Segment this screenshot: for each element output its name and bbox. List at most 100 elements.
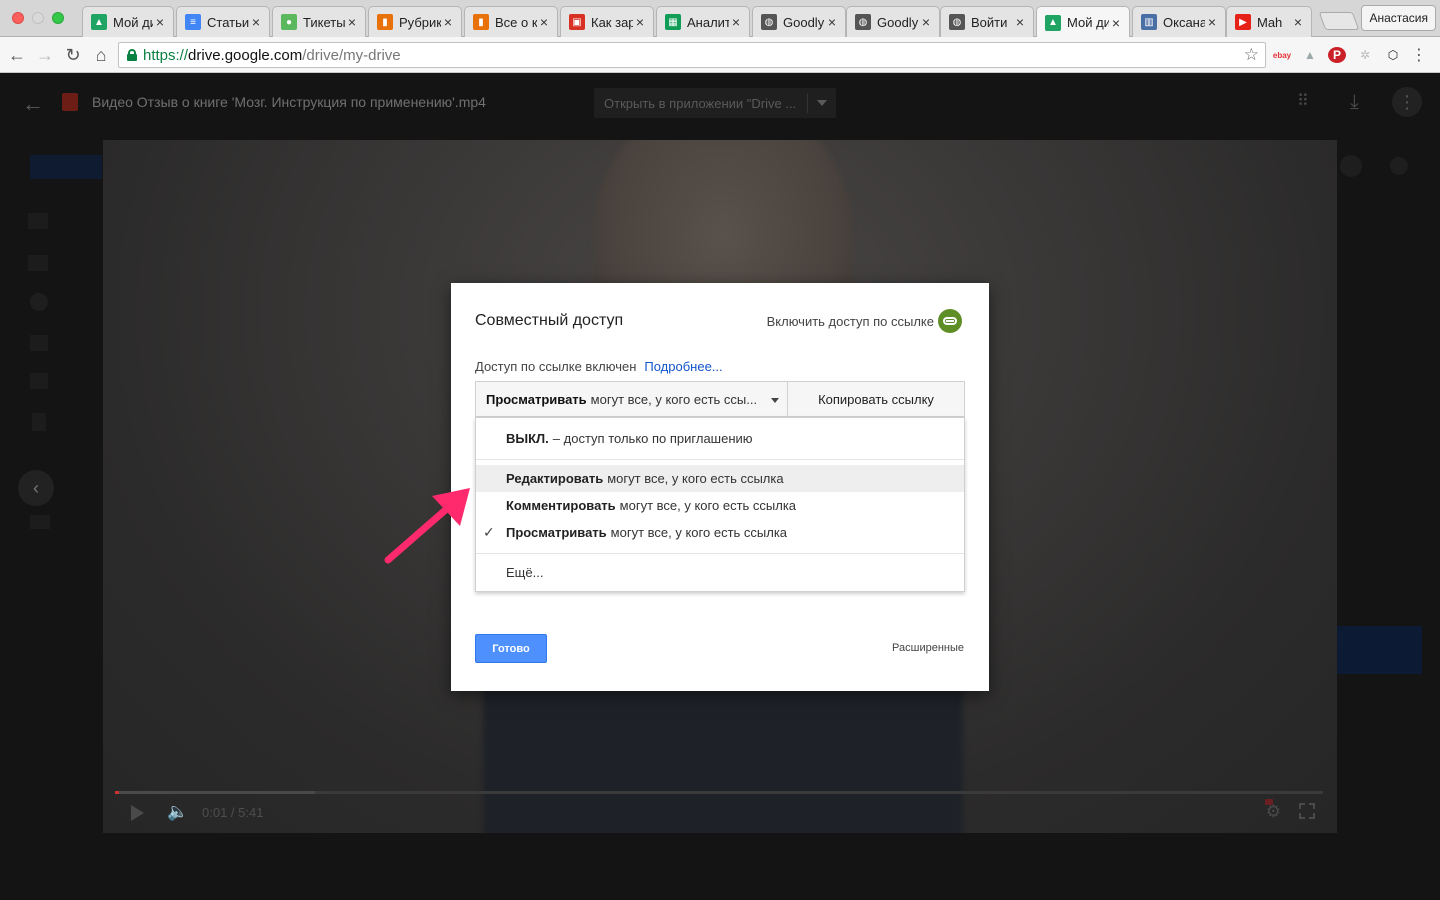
viewer-header: ← Видео Отзыв о книге 'Мозг. Инструкция … xyxy=(0,73,1440,133)
close-icon[interactable]: × xyxy=(249,14,263,30)
close-icon[interactable]: × xyxy=(825,14,839,30)
close-icon[interactable]: × xyxy=(441,14,455,30)
menu-item-text: могут все, у кого есть ссылка xyxy=(610,525,788,540)
fullscreen-icon[interactable] xyxy=(1299,803,1315,819)
volume-icon[interactable]: 🔈 xyxy=(167,802,188,822)
close-icon[interactable]: × xyxy=(633,14,647,30)
tab-title: Войти xyxy=(971,14,1008,30)
browser-tab[interactable]: ▥ Оксана × xyxy=(1132,6,1226,37)
chart-icon: ▮ xyxy=(473,14,489,30)
link-status-text: Доступ по ссылке включен xyxy=(475,359,637,374)
browser-tab[interactable]: ≡ Статьи × xyxy=(176,6,270,37)
browser-tab[interactable]: ▮ Все о к × xyxy=(464,6,558,37)
browser-tab[interactable]: ▲ Мой ди × xyxy=(1036,6,1130,38)
enable-link-sharing-toggle[interactable]: Включить доступ по ссылке xyxy=(767,309,962,333)
chevron-down-icon[interactable] xyxy=(771,398,779,403)
chart-icon: ▮ xyxy=(377,14,393,30)
forward-arrow-icon[interactable]: → xyxy=(34,44,56,66)
reload-icon[interactable]: ↻ xyxy=(62,44,84,66)
menu-item-more[interactable]: Ещё... xyxy=(476,559,964,586)
browser-tab[interactable]: ▦ Аналит × xyxy=(656,6,750,37)
new-tab-button[interactable] xyxy=(1318,12,1360,30)
advanced-link[interactable]: Расширенные xyxy=(892,642,964,654)
browser-tab[interactable]: ▶ Mah × xyxy=(1226,6,1312,37)
url-path: /drive/my-drive xyxy=(302,46,401,64)
tab-title: Goodly xyxy=(877,14,919,30)
sharing-dialog: Совместный доступ Включить доступ по ссы… xyxy=(451,283,989,691)
bookmark-star-icon[interactable]: ☆ xyxy=(1244,45,1259,65)
collapse-arrow-icon[interactable]: ‹ xyxy=(18,470,54,506)
close-icon[interactable]: × xyxy=(537,14,551,30)
browser-tab[interactable]: ▣ Как зар × xyxy=(560,6,654,37)
ebay-extension-icon[interactable]: ebay xyxy=(1272,47,1292,63)
link-icon[interactable] xyxy=(938,309,962,333)
close-icon[interactable]: × xyxy=(1291,14,1305,30)
sidebar-ghost-icon xyxy=(30,515,50,529)
menu-item-comment[interactable]: Комментировать могут все, у кого есть ссы… xyxy=(476,492,964,519)
browser-toolbar: ← → ↻ ⌂ https://drive.google.com/drive/m… xyxy=(0,37,1440,73)
minimize-window-button[interactable] xyxy=(32,12,44,24)
tab-title: Аналит xyxy=(687,14,729,30)
learn-more-link[interactable]: Подробнее... xyxy=(644,359,722,374)
open-with-dropdown[interactable]: Открыть в приложении "Drive ... xyxy=(594,88,836,118)
maximize-window-button[interactable] xyxy=(52,12,64,24)
browser-tab[interactable]: ◍ Goodly × xyxy=(752,6,846,37)
tickets-icon: ● xyxy=(281,14,297,30)
tab-title: Mah xyxy=(1257,14,1283,30)
cube-extension-icon[interactable]: ⬡ xyxy=(1384,47,1402,63)
tab-title: Мой ди xyxy=(1067,15,1109,30)
video-time: 0:01 / 5:41 xyxy=(202,805,264,820)
trello-icon: ▥ xyxy=(1141,14,1157,30)
browser-tab[interactable]: ▮ Рубрик × xyxy=(368,6,462,37)
lock-icon xyxy=(127,49,137,61)
close-icon[interactable]: × xyxy=(1109,15,1123,31)
done-button[interactable]: Готово xyxy=(475,634,547,663)
back-arrow-icon[interactable]: ← xyxy=(6,44,28,66)
sidebar-ghost-icon xyxy=(30,293,48,311)
address-bar[interactable]: https://drive.google.com/drive/my-drive … xyxy=(118,42,1266,68)
browser-tab[interactable]: ▲ Мой ди × xyxy=(82,6,174,37)
ghost-panel xyxy=(1336,626,1422,674)
menu-item-text: – доступ только по приглашению xyxy=(552,431,753,446)
play-icon[interactable] xyxy=(131,805,144,821)
sidebar-ghost-icon xyxy=(28,255,48,271)
download-icon[interactable]: ⤓ xyxy=(1350,91,1359,114)
profile-button[interactable]: Анастасия xyxy=(1361,5,1436,31)
home-icon[interactable]: ⌂ xyxy=(90,44,112,66)
checkmark-icon: ✓ xyxy=(483,524,495,540)
page-icon: ▣ xyxy=(569,14,585,30)
tab-title: Тикеты xyxy=(303,14,345,30)
extension-gear-icon[interactable]: ✲ xyxy=(1356,47,1374,63)
close-icon[interactable]: × xyxy=(1013,14,1027,30)
video-progress-bar[interactable] xyxy=(115,791,1323,794)
apps-grid-icon[interactable]: ⠿ xyxy=(1297,91,1310,111)
browser-menu-icon[interactable]: ⋮ xyxy=(1410,47,1428,64)
close-icon[interactable]: × xyxy=(345,14,359,30)
close-icon[interactable]: × xyxy=(729,14,743,30)
menu-item-text: могут все, у кого есть ссылка xyxy=(607,471,784,486)
drive-icon: ▲ xyxy=(1045,14,1061,31)
menu-item-view[interactable]: ✓ Просматривать могут все, у кого есть сс… xyxy=(476,519,964,546)
new-button-ghost xyxy=(30,155,102,179)
menu-item-edit[interactable]: Редактировать могут все, у кого есть ссыл… xyxy=(476,465,964,492)
close-window-button[interactable] xyxy=(12,12,24,24)
back-arrow-icon[interactable]: ← xyxy=(22,91,44,117)
pinterest-icon[interactable]: P xyxy=(1328,47,1346,63)
menu-divider xyxy=(476,459,964,460)
close-icon[interactable]: × xyxy=(153,14,167,30)
menu-item-off[interactable]: ВЫКЛ. – доступ только по приглашению xyxy=(476,425,964,452)
more-options-icon[interactable]: ⋮ xyxy=(1392,87,1422,117)
open-with-label: Открыть в приложении "Drive ... xyxy=(604,95,797,111)
permission-select[interactable]: Просматривать могут все, у кого есть ссы… xyxy=(475,381,788,417)
extension-icon[interactable]: ▲ xyxy=(1300,47,1320,63)
close-icon[interactable]: × xyxy=(1205,14,1219,30)
browser-tab[interactable]: ◍ Goodly × xyxy=(846,6,940,37)
docs-icon: ≡ xyxy=(185,14,201,30)
browser-tab[interactable]: ● Тикеты × xyxy=(272,6,366,37)
close-icon[interactable]: × xyxy=(919,14,933,30)
menu-item-bold: ВЫКЛ. xyxy=(506,431,549,446)
settings-gear-icon[interactable]: ⚙ xyxy=(1266,802,1281,822)
copy-link-button[interactable]: Копировать ссылку xyxy=(787,381,965,417)
browser-tab[interactable]: ◍ Войти × xyxy=(940,6,1034,37)
chevron-down-icon[interactable] xyxy=(817,100,827,106)
